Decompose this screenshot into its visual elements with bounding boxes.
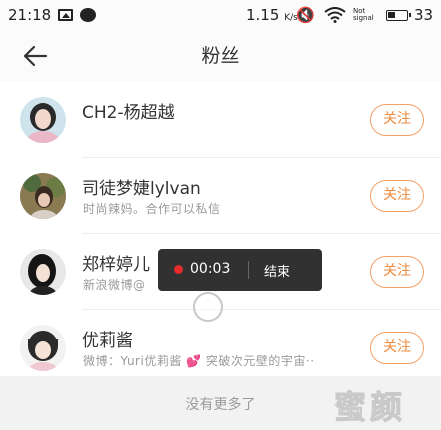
follower-name: 司徒梦婕lylvan xyxy=(82,179,201,199)
follower-bio: 新浪微博@ xyxy=(83,278,146,292)
avatar xyxy=(20,249,66,295)
follower-bio: 时尚辣妈。合作可以私信 xyxy=(83,202,221,216)
follow-button[interactable]: 关注 xyxy=(370,256,424,288)
chat-notification-icon xyxy=(80,8,96,22)
page-title: 粉丝 xyxy=(201,45,240,67)
divider xyxy=(248,261,249,279)
follower-row[interactable]: 优莉酱 微博：Yuri优莉酱 💕 突破次元壁的宇宙·· 关注 xyxy=(0,310,441,386)
status-time: 21:18 xyxy=(8,6,52,24)
follower-name: 郑梓婷儿 xyxy=(82,255,150,275)
recording-timer: 00:03 xyxy=(190,261,231,277)
follower-row[interactable]: 司徒梦婕lylvan 时尚辣妈。合作可以私信 关注 xyxy=(0,158,441,234)
signal-status-label: Not signal xyxy=(353,7,374,22)
follow-button[interactable]: 关注 xyxy=(370,332,424,364)
arrow-left-icon xyxy=(23,45,48,67)
screen-recording-overlay: 00:03 结束 xyxy=(158,249,322,291)
gallery-notification-icon xyxy=(58,9,73,21)
status-bar: 21:18 1.15 K/s 🔇 Not signal 33 xyxy=(0,0,441,30)
mute-icon: 🔇 xyxy=(296,6,315,24)
avatar xyxy=(20,325,66,371)
back-button[interactable] xyxy=(14,38,54,74)
stop-recording-button[interactable]: 结束 xyxy=(264,261,290,280)
record-dot-icon xyxy=(174,265,183,274)
follow-button[interactable]: 关注 xyxy=(370,104,424,136)
follower-name: 优莉酱 xyxy=(82,331,133,351)
avatar xyxy=(20,173,66,219)
navigation-bar: 粉丝 xyxy=(0,30,441,82)
follower-row[interactable]: CH2-杨超越 关注 xyxy=(0,82,441,158)
follower-bio: 微博：Yuri优莉酱 💕 突破次元壁的宇宙·· xyxy=(83,354,315,368)
follow-button[interactable]: 关注 xyxy=(370,180,424,212)
battery-level: 33 xyxy=(414,6,434,24)
touch-indicator xyxy=(193,292,223,322)
battery-icon xyxy=(386,10,411,21)
network-speed: 1.15 K/s xyxy=(246,6,298,24)
watermark-logo: 蜜颜 xyxy=(334,388,407,427)
avatar xyxy=(20,97,66,143)
wifi-icon xyxy=(324,7,346,23)
follower-name: CH2-杨超越 xyxy=(82,103,175,123)
